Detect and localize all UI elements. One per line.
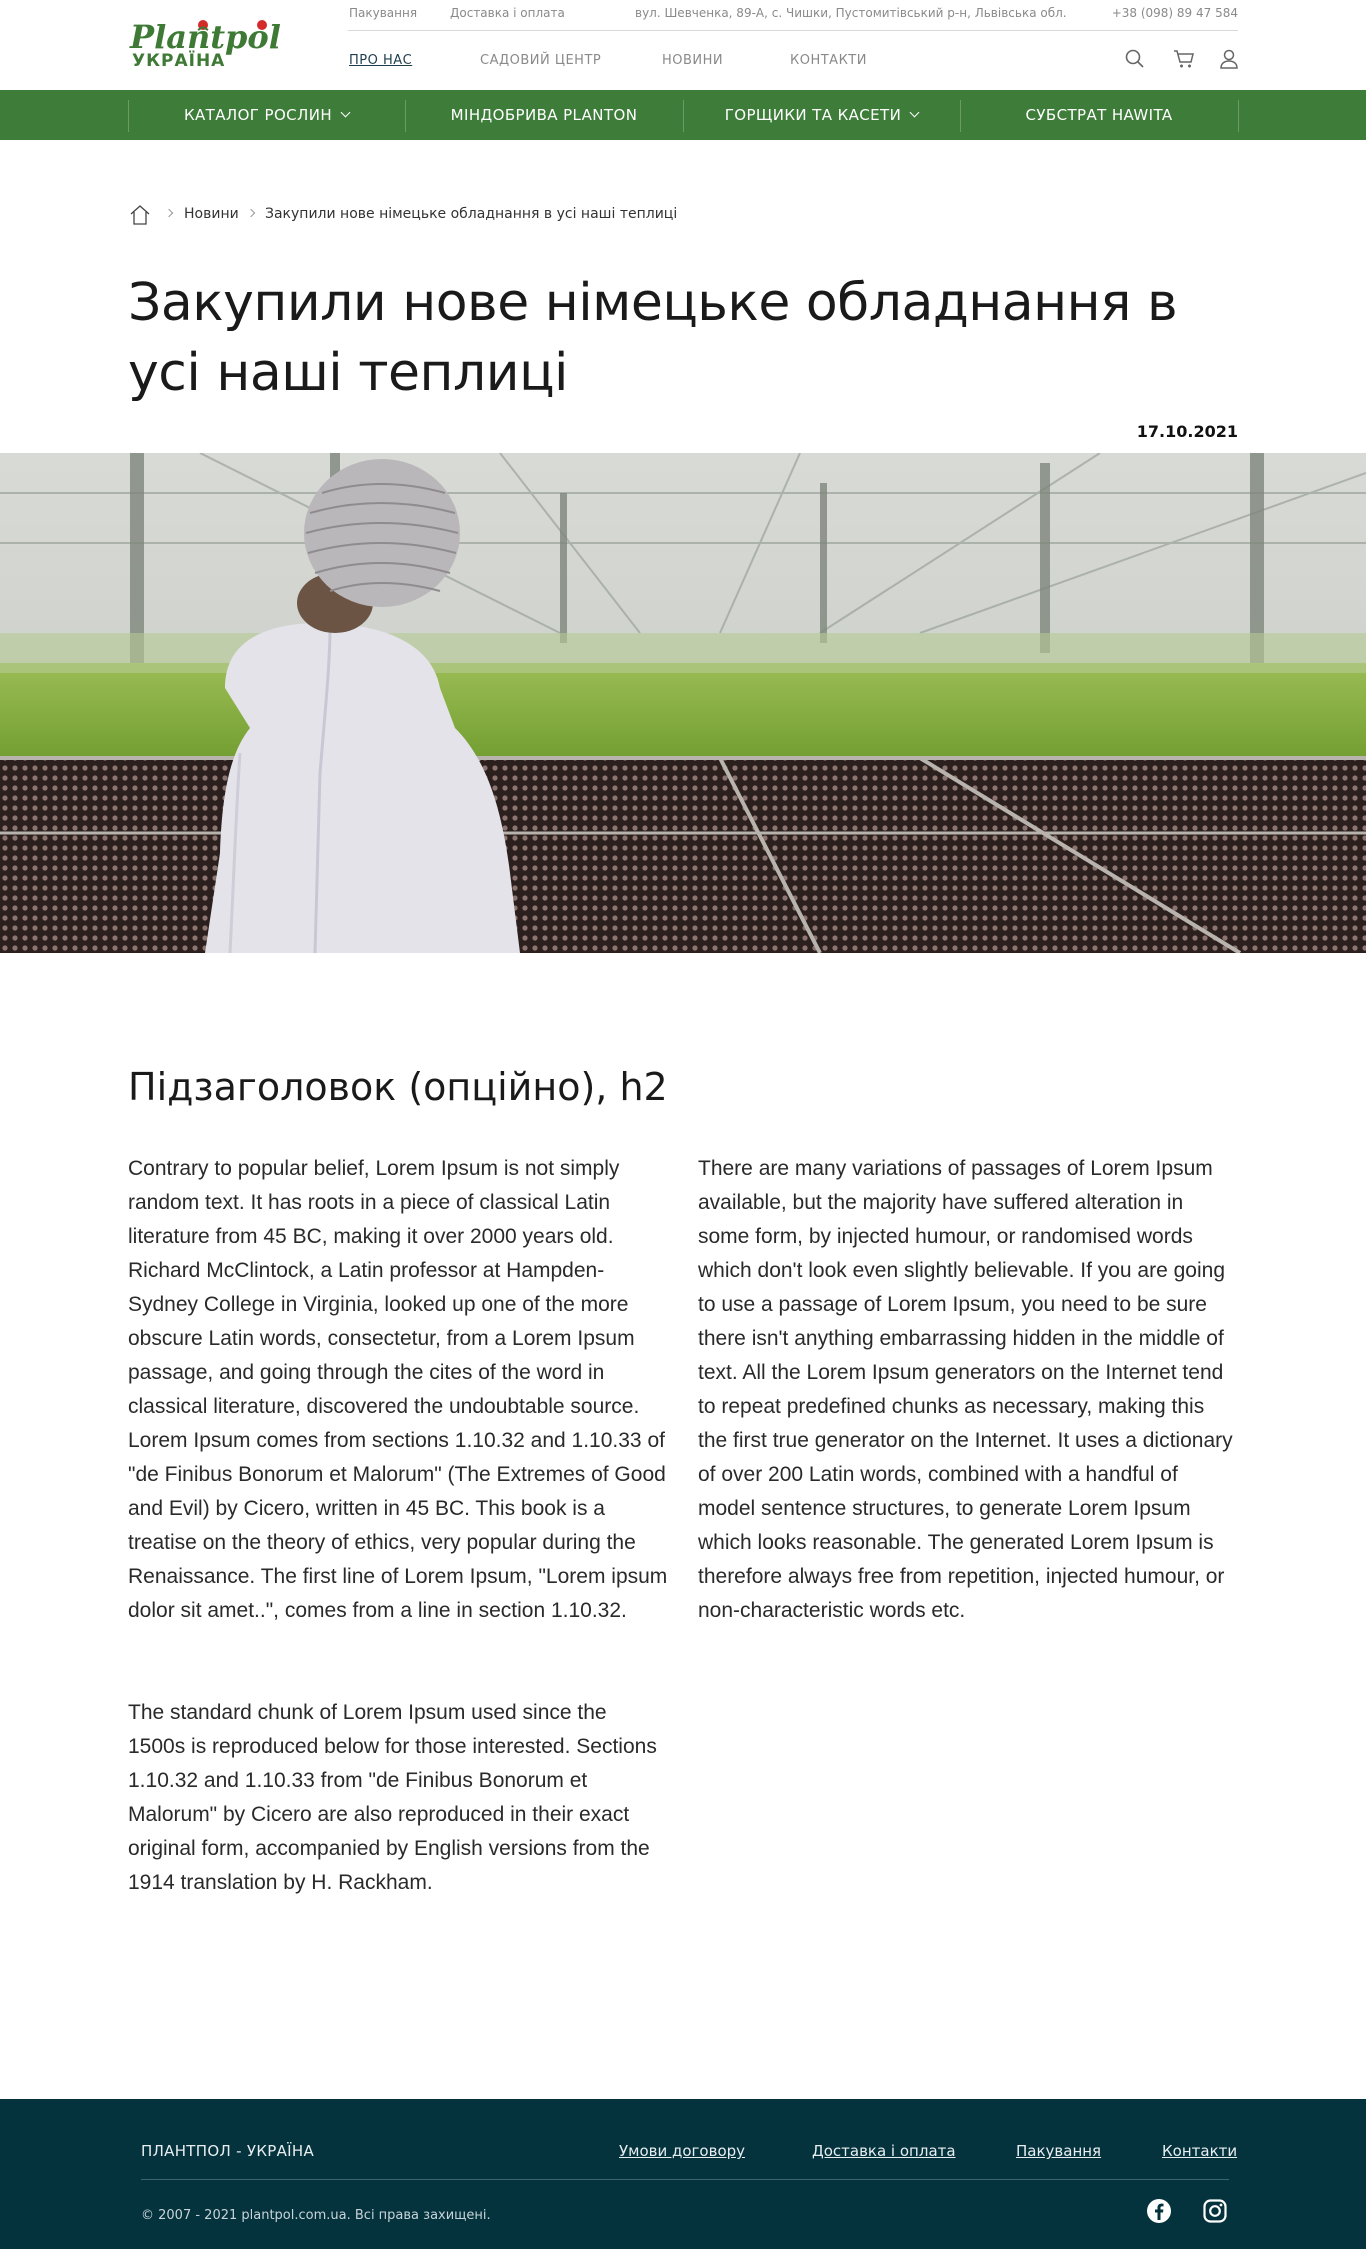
footer-contacts-link[interactable]: Контакти: [1162, 2142, 1237, 2160]
cart-icon[interactable]: [1173, 48, 1195, 70]
page-title: Закупили нове німецьке обладнання в усі …: [128, 273, 1178, 403]
catalog-pots-label: ГОРЩИКИ ТА КАСЕТИ: [724, 106, 902, 124]
facebook-icon[interactable]: [1146, 2198, 1172, 2224]
search-icon[interactable]: [1124, 48, 1146, 70]
topbar-address: вул. Шевченка, 89-А, с. Чишки, Пустомиті…: [635, 6, 1067, 20]
breadcrumb-chevron-icon: [246, 208, 256, 218]
topbar-phone[interactable]: +38 (098) 89 47 584: [1112, 6, 1238, 20]
catalog-fertilizers-label: МІНДОБРИВА PLANTON: [450, 106, 638, 124]
catalog-substrate-label: СУБСТРАТ HAWITA: [1025, 106, 1173, 124]
topbar-packaging-link[interactable]: Пакування: [349, 6, 417, 20]
site-footer: [0, 2099, 1366, 2249]
article-paragraph-2: The standard chunk of Lorem Ipsum used s…: [128, 1701, 657, 1894]
breadcrumb-chevron-icon: [164, 208, 174, 218]
article-date: 17.10.2021: [1136, 422, 1238, 441]
chevron-down-icon: [909, 107, 920, 118]
catalog-substrate-menu[interactable]: СУБСТРАТ HAWITA: [960, 90, 1238, 140]
article-subtitle: Підзаголовок (опційно), h2: [128, 1065, 668, 1109]
breadcrumb-news[interactable]: Новини: [184, 206, 239, 222]
chevron-down-icon: [340, 107, 351, 118]
article-paragraph-3: There are many variations of passages of…: [698, 1157, 1233, 1622]
topbar-delivery-link[interactable]: Доставка і оплата: [450, 6, 565, 20]
nav-about[interactable]: ПРО НАС: [349, 53, 412, 68]
footer-brand: ПЛАНТПОЛ - УКРАЇНА: [141, 2142, 315, 2160]
footer-terms-link[interactable]: Умови договору: [619, 2142, 745, 2160]
catalog-plants-label: КАТАЛОГ РОСЛИН: [183, 106, 333, 124]
footer-copyright: © 2007 - 2021 plantpol.com.ua. Всі права…: [141, 2208, 491, 2223]
site-logo[interactable]: Plantpol УКРАЇНА: [128, 18, 288, 72]
catalog-plants-menu[interactable]: КАТАЛОГ РОСЛИН: [128, 90, 405, 140]
logo-country-text: УКРАЇНА: [132, 49, 225, 71]
nav-news[interactable]: НОВИНИ: [662, 53, 723, 68]
nav-garden-center[interactable]: САДОВИЙ ЦЕНТР: [480, 53, 601, 68]
catalog-pots-menu[interactable]: ГОРЩИКИ ТА КАСЕТИ: [683, 90, 960, 140]
instagram-icon[interactable]: [1202, 2198, 1228, 2224]
catalog-fertilizers-menu[interactable]: МІНДОБРИВА PLANTON: [405, 90, 683, 140]
catalog-separator: [1238, 100, 1239, 132]
nav-contacts[interactable]: КОНТАКТИ: [790, 53, 867, 68]
hero-image: [0, 453, 1366, 953]
footer-delivery-link[interactable]: Доставка і оплата: [812, 2142, 956, 2160]
user-icon[interactable]: [1218, 48, 1240, 70]
footer-packaging-link[interactable]: Пакування: [1016, 2142, 1101, 2160]
home-icon[interactable]: [128, 203, 152, 227]
article-paragraph-1: Contrary to popular belief, Lorem Ipsum …: [128, 1157, 668, 1622]
header-divider: [348, 30, 1238, 31]
breadcrumb-current: Закупили нове німецьке обладнання в усі …: [265, 206, 678, 222]
footer-divider: [141, 2179, 1229, 2180]
